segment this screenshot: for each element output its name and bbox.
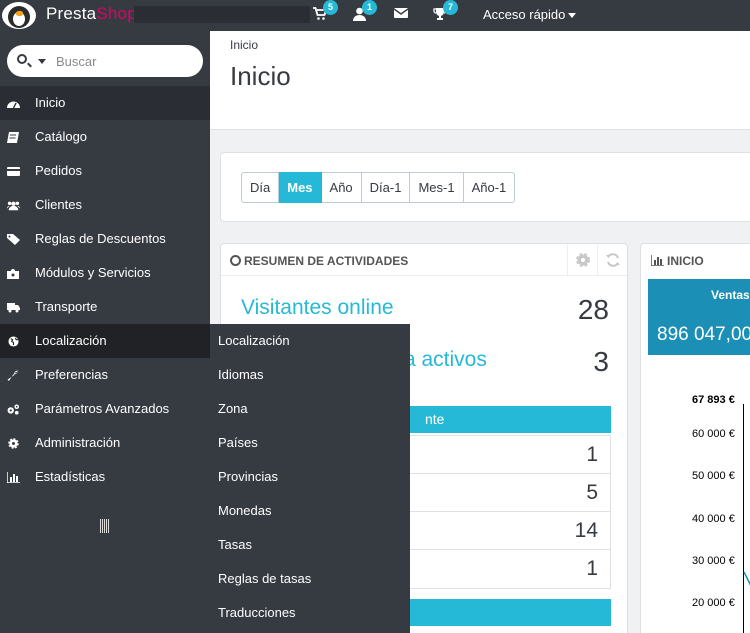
active-carts-value: 3: [593, 346, 609, 377]
globe-icon: [8, 336, 19, 347]
visitors-online-value: 28: [577, 294, 609, 325]
trophy-button[interactable]: 7: [433, 0, 458, 24]
page-header: Inicio Inicio: [210, 31, 750, 130]
sidebar-item-clientes[interactable]: Clientes: [0, 188, 210, 222]
shop-name-field: [134, 6, 310, 23]
tags-icon: [7, 234, 20, 245]
dashboard-icon: [7, 101, 20, 109]
page-title: Inicio: [230, 61, 291, 91]
wrench-icon: [7, 370, 19, 381]
activity-panel-header: RESUMEN DE ACTIVIDADES: [221, 244, 627, 276]
sidebar-nav: Inicio Catálogo Pedidos Clientes Reglas …: [0, 86, 210, 494]
y-axis-tick-label: 40 000 €: [692, 513, 735, 525]
sidebar-item-localizacion[interactable]: Localización: [0, 324, 210, 358]
quick-access-dropdown[interactable]: Acceso rápido: [483, 7, 577, 22]
activity-panel-title: RESUMEN DE ACTIVIDADES: [244, 254, 409, 268]
y-axis-tick-label: 20 000 €: [692, 597, 735, 609]
sidebar: Inicio Catálogo Pedidos Clientes Reglas …: [0, 31, 210, 633]
messages-button[interactable]: [393, 7, 409, 22]
prestashop-logo-icon[interactable]: [2, 2, 36, 29]
submenu-item-localizacion[interactable]: Localización: [210, 324, 410, 358]
sidebar-item-preferencias[interactable]: Preferencias: [0, 358, 210, 392]
brand-name[interactable]: PrestaShop: [46, 4, 137, 24]
period-button-group: Día Mes Año Día-1 Mes-1 Año-1: [241, 172, 516, 203]
submenu-item-paises[interactable]: Países: [210, 426, 410, 460]
period-month-button[interactable]: Mes: [279, 172, 322, 203]
bar-chart-icon: [650, 255, 664, 267]
y-axis-max-label: 67 893 €: [692, 394, 735, 406]
period-selector-panel: Día Mes Año Día-1 Mes-1 Año-1: [220, 152, 750, 222]
clock-icon: [230, 255, 241, 266]
submenu-item-zona[interactable]: Zona: [210, 392, 410, 426]
credit-card-icon: [7, 167, 20, 176]
sidebar-item-transporte[interactable]: Transporte: [0, 290, 210, 324]
caret-down-icon: [568, 13, 577, 19]
period-prev-year-button[interactable]: Año-1: [463, 172, 516, 203]
gear-icon: [575, 253, 590, 267]
sidebar-item-pedidos[interactable]: Pedidos: [0, 154, 210, 188]
search-type-dropdown-icon[interactable]: [38, 59, 46, 64]
submenu-item-provincias[interactable]: Provincias: [210, 460, 410, 494]
truck-icon: [7, 303, 20, 313]
refresh-icon: [605, 253, 620, 267]
submenu-item-traducciones[interactable]: Traducciones: [210, 596, 410, 630]
sales-tab[interactable]: Ventas 896 047,00: [648, 279, 750, 355]
cog-icon: [8, 438, 19, 449]
search-input[interactable]: [56, 51, 196, 71]
refresh-button[interactable]: [597, 244, 627, 276]
sales-value: 896 047,00: [657, 324, 750, 345]
submenu-item-reglas-tasas[interactable]: Reglas de tasas: [210, 562, 410, 596]
submenu-item-tasas[interactable]: Tasas: [210, 528, 410, 562]
active-carts-link[interactable]: ra activos: [397, 348, 487, 372]
sidebar-item-administracion[interactable]: Administración: [0, 426, 210, 460]
submenu-item-idiomas[interactable]: Idiomas: [210, 358, 410, 392]
chart-line-fragment: [743, 571, 750, 586]
search-icon[interactable]: [17, 54, 27, 64]
stats-panel-title: INICIO: [667, 254, 704, 268]
y-axis-tick-label: 50 000 €: [692, 470, 735, 482]
sidebar-item-modulos[interactable]: Módulos y Servicios: [0, 256, 210, 290]
customers-badge: 1: [362, 0, 377, 15]
puzzle-icon: [7, 269, 19, 279]
users-icon: [7, 201, 20, 211]
chart-y-axis: [743, 404, 744, 633]
sidebar-item-reglas-descuentos[interactable]: Reglas de Descuentos: [0, 222, 210, 256]
localizacion-submenu: Localización Idiomas Zona Países Provinc…: [210, 324, 410, 633]
period-prev-month-button[interactable]: Mes-1: [410, 172, 464, 203]
cart-badge: 5: [323, 0, 338, 15]
search-box: [7, 45, 203, 77]
cogs-icon: [7, 404, 19, 415]
period-prev-day-button[interactable]: Día-1: [361, 172, 411, 203]
sidebar-item-estadisticas[interactable]: Estadísticas: [0, 460, 210, 494]
bar-chart-icon: [7, 472, 20, 483]
submenu-item-monedas[interactable]: Monedas: [210, 494, 410, 528]
dashboard-stats-panel: INICIO Ventas 896 047,00 67 893 € 60 000…: [640, 243, 750, 633]
top-navbar: PrestaShop 5 1 7 Acceso rápido: [0, 0, 750, 31]
configure-button[interactable]: [567, 244, 597, 276]
y-axis-tick-label: 30 000 €: [692, 555, 735, 567]
sidebar-item-catalogo[interactable]: Catálogo: [0, 120, 210, 154]
breadcrumb[interactable]: Inicio: [230, 38, 258, 52]
trophy-badge: 7: [443, 0, 458, 15]
cart-notification-button[interactable]: 5: [313, 0, 338, 24]
period-day-button[interactable]: Día: [241, 172, 280, 203]
sidebar-item-parametros-avanzados[interactable]: Parámetros Avanzados: [0, 392, 210, 426]
customers-notification-button[interactable]: 1: [353, 0, 377, 24]
y-axis-tick-label: 60 000 €: [692, 428, 735, 440]
collapse-sidebar-icon[interactable]: [100, 519, 111, 533]
period-year-button[interactable]: Año: [321, 172, 362, 203]
sales-label: Ventas: [711, 288, 750, 302]
sidebar-item-inicio[interactable]: Inicio: [0, 86, 210, 120]
envelope-icon: [393, 8, 409, 18]
book-icon: [7, 132, 19, 143]
visitors-online-link[interactable]: Visitantes online: [241, 296, 394, 320]
